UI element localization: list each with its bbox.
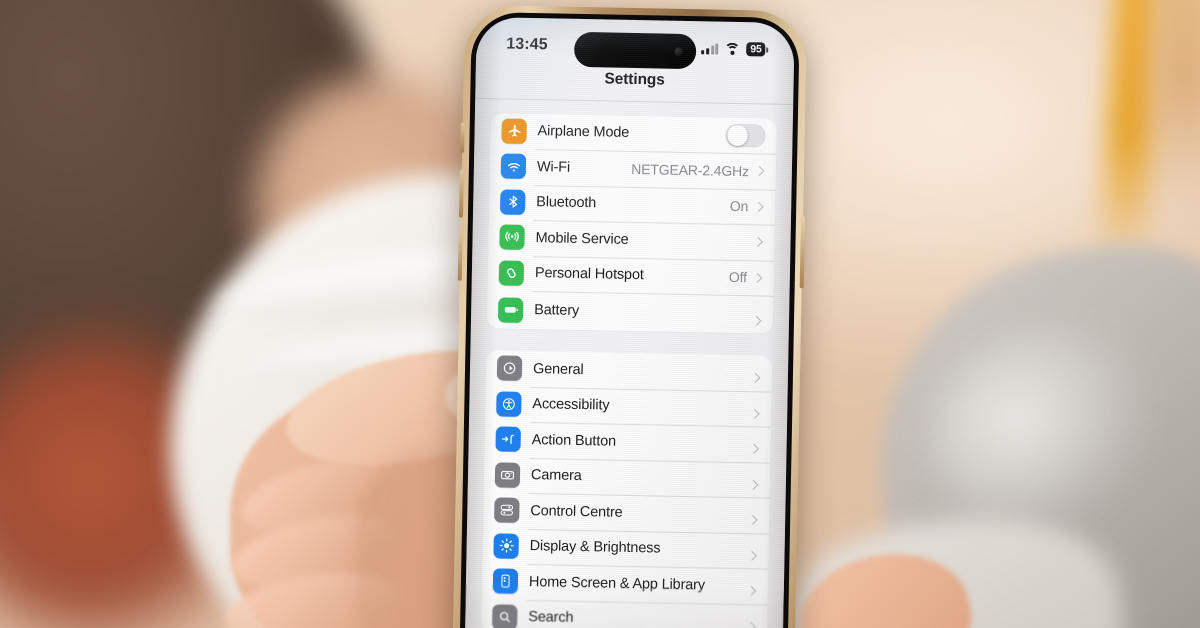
status-indicators: 95 xyxy=(701,42,769,60)
dynamic-island xyxy=(573,31,697,70)
settings-row-label: Action Button xyxy=(531,431,617,450)
brightness-icon xyxy=(493,533,519,559)
settings-row-label: Mobile Service xyxy=(535,229,629,248)
settings-row-display-brightness[interactable]: Display & Brightness xyxy=(482,528,769,569)
chevron-right-icon xyxy=(750,373,761,384)
settings-row-camera[interactable]: Camera xyxy=(484,457,771,498)
settings-row-label: Bluetooth xyxy=(536,194,597,212)
settings-row-action-button[interactable]: Action Button xyxy=(484,421,771,462)
chevron-right-icon xyxy=(746,586,757,597)
battery-percent: 95 xyxy=(746,42,766,57)
signal-bars-icon xyxy=(701,43,719,55)
settings-row-label: Accessibility xyxy=(532,396,610,414)
battery-icon: 95 xyxy=(746,42,769,57)
hotspot-icon xyxy=(498,260,525,286)
settings-row-label: Battery xyxy=(534,302,580,319)
chevron-right-icon xyxy=(752,272,763,283)
home-screen-icon xyxy=(492,568,519,595)
settings-row-airplane-mode[interactable]: Airplane Mode xyxy=(490,113,777,154)
settings-row-control-centre[interactable]: Control Centre xyxy=(483,492,770,533)
action-button-icon xyxy=(495,426,521,453)
search-icon xyxy=(492,604,518,628)
settings-row-search[interactable]: Search xyxy=(481,599,768,628)
settings-list[interactable]: Airplane Mode Wi-Fi NETGEAR-2.4GHz Bluet… xyxy=(465,112,793,628)
settings-row-label: General xyxy=(532,360,584,378)
settings-row-label: Display & Brightness xyxy=(529,538,661,557)
settings-row-personal-hotspot[interactable]: Personal Hotspot Off xyxy=(488,255,775,296)
settings-row-bluetooth[interactable]: Bluetooth On xyxy=(489,184,776,225)
background-amber-blur xyxy=(1150,0,1200,210)
front-camera-icon xyxy=(674,46,684,56)
chevron-right-icon xyxy=(753,201,764,212)
chevron-right-icon xyxy=(747,515,758,526)
settings-row-label: Personal Hotspot xyxy=(534,265,644,284)
bluetooth-icon xyxy=(500,189,526,215)
settings-row-label: Airplane Mode xyxy=(537,123,630,142)
accessibility-icon xyxy=(496,391,522,417)
airplane-mode-toggle[interactable] xyxy=(725,123,766,148)
wifi-icon xyxy=(500,153,527,180)
settings-row-wifi[interactable]: Wi-Fi NETGEAR-2.4GHz xyxy=(490,148,777,189)
phone-screen[interactable]: 13:45 95 Settings Airplane Mode Wi-Fi NE… xyxy=(464,16,795,628)
wifi-icon xyxy=(724,42,741,60)
wifi-network-value: NETGEAR-2.4GHz xyxy=(631,160,750,179)
gear-icon xyxy=(496,355,523,382)
settings-row-mobile-service[interactable]: Mobile Service xyxy=(488,219,775,260)
airplane-icon xyxy=(501,118,527,144)
control-centre-icon xyxy=(494,497,520,524)
settings-row-label: Wi-Fi xyxy=(536,158,571,176)
settings-row-label: Control Centre xyxy=(530,502,623,521)
status-time: 13:45 xyxy=(506,35,548,54)
chevron-right-icon xyxy=(749,444,760,455)
bluetooth-state-value: On xyxy=(729,198,749,215)
settings-row-label: Home Screen & App Library xyxy=(528,573,706,594)
camera-icon xyxy=(494,462,521,488)
settings-group-connectivity: Airplane Mode Wi-Fi NETGEAR-2.4GHz Bluet… xyxy=(486,112,777,334)
settings-row-label: Search xyxy=(528,609,574,627)
settings-group-system: General Accessibility Action Button Came… xyxy=(480,350,773,628)
settings-row-home-screen[interactable]: Home Screen & App Library xyxy=(482,563,769,604)
chevron-right-icon xyxy=(754,166,765,177)
settings-row-label: Camera xyxy=(530,467,582,485)
antenna-icon xyxy=(499,224,525,251)
settings-row-battery[interactable]: Battery xyxy=(487,290,774,333)
settings-row-general[interactable]: General xyxy=(486,350,773,391)
iphone-device: 13:45 95 Settings Airplane Mode Wi-Fi NE… xyxy=(452,4,807,628)
action-button[interactable] xyxy=(460,122,465,153)
settings-row-accessibility[interactable]: Accessibility xyxy=(485,386,772,427)
chevron-right-icon xyxy=(753,237,763,248)
hotspot-state-value: Off xyxy=(728,269,748,286)
battery-icon xyxy=(497,296,524,323)
